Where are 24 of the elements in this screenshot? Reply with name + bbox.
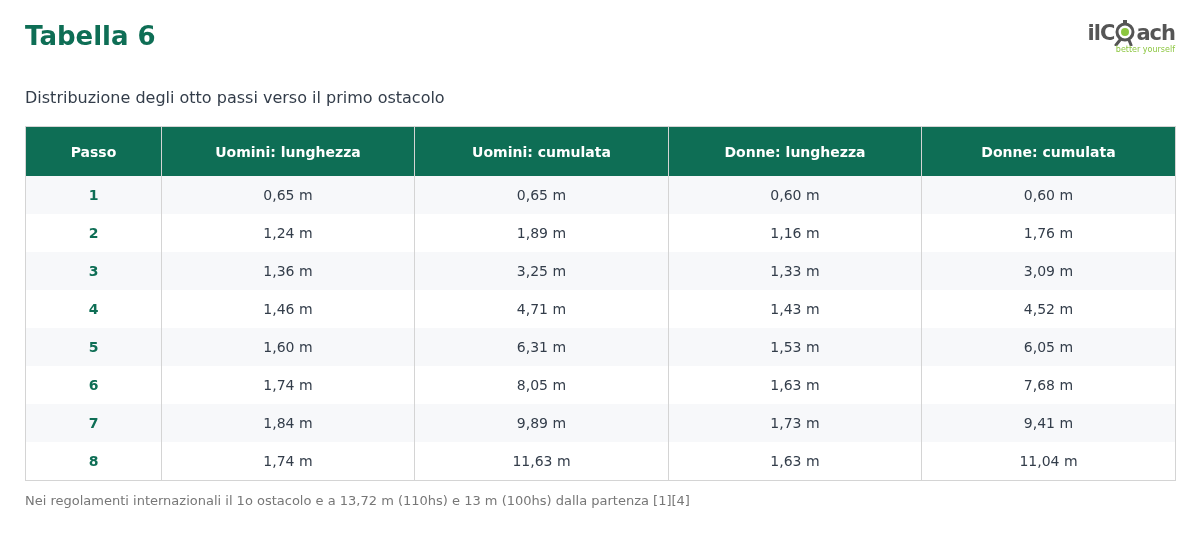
table-cell: 4 [25, 290, 162, 328]
table-cell: 5 [25, 328, 162, 366]
logo-text: ilC [1087, 22, 1115, 44]
table-cell: 3 [25, 252, 162, 290]
table-cell: 11,04 m [921, 442, 1176, 481]
column-header: Donne: cumulata [921, 126, 1176, 176]
table-title: Tabella 6 [25, 21, 156, 51]
footnote: Nei regolamenti internazionali il 1o ostacolo e a 13,72 m (110hs) e 13 m (100hs) dalla partenza [1][4] [25, 493, 691, 508]
table-cell: 8 [25, 442, 162, 481]
table-cell: 7 [25, 404, 162, 442]
table-cell: 11,63 m [414, 442, 669, 481]
column-header: Passo [25, 126, 162, 176]
table-subtitle: Distribuzione degli otto passi verso il primo ostacolo [25, 88, 446, 107]
column-header: Donne: lunghezza [668, 126, 922, 176]
stopwatch-icon [1114, 20, 1137, 46]
table-cell: 6 [25, 366, 162, 404]
table-cell: 1,63 m [668, 442, 922, 481]
column-header: Uomini: lunghezza [161, 126, 415, 176]
logo-text: ach [1136, 22, 1175, 44]
table-cell: 1 [25, 176, 162, 214]
column-header: Uomini: cumulata [414, 126, 669, 176]
table-cell: 2 [25, 214, 162, 252]
table-cell: 1,74 m [161, 442, 415, 481]
logo-tagline: better yourself [1115, 46, 1175, 54]
